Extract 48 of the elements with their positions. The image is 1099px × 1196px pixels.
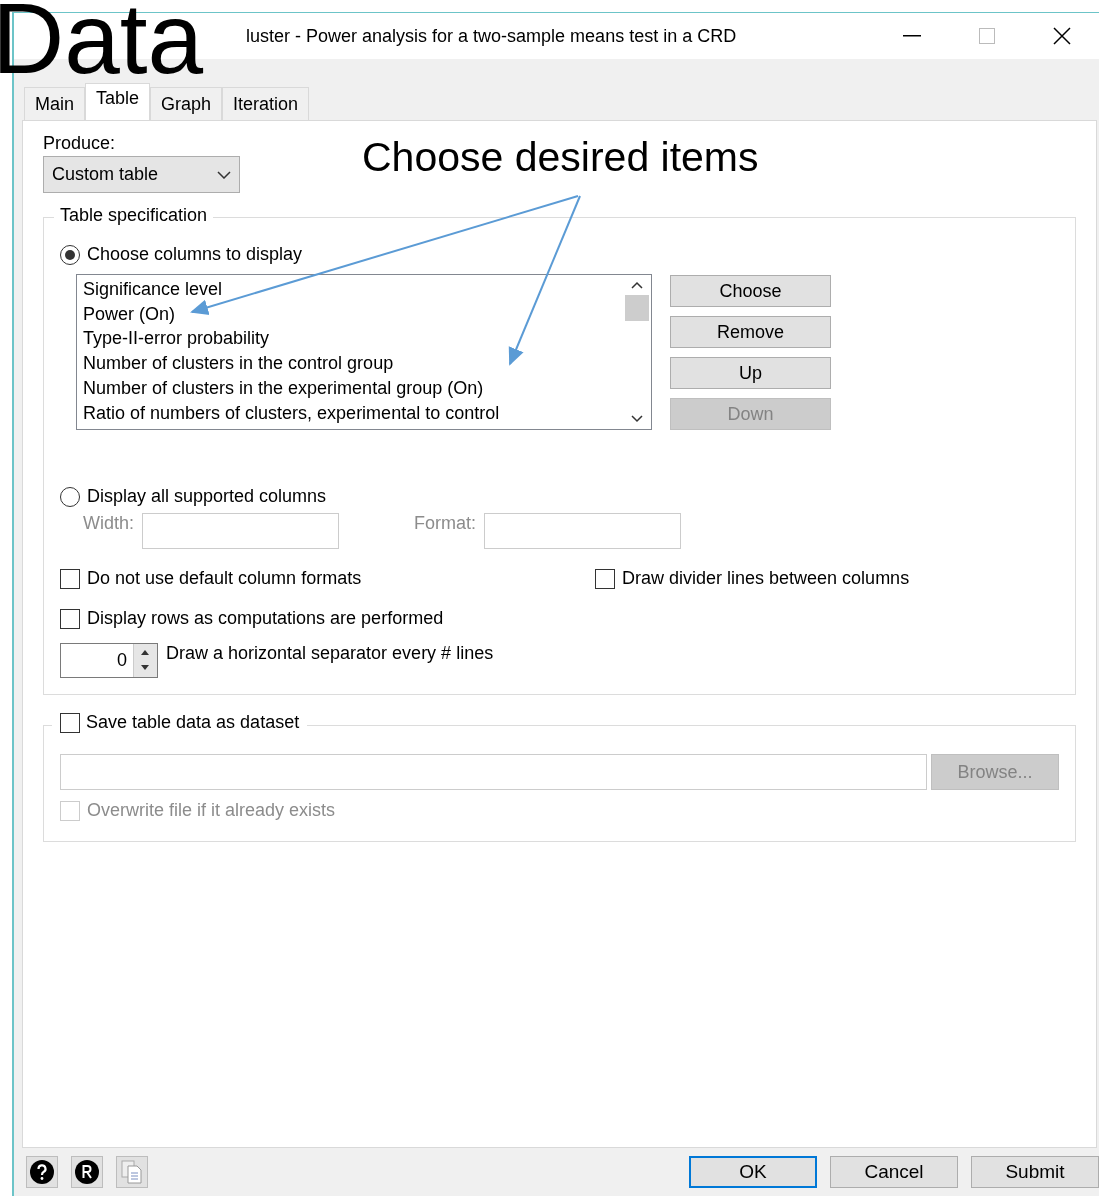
format-label: Format: <box>414 513 477 534</box>
list-item[interactable]: Number of clusters in the control group <box>83 351 617 376</box>
checkbox[interactable] <box>60 712 80 733</box>
format-field[interactable] <box>484 513 682 549</box>
checkbox-label: Display rows as computations are performed <box>87 608 444 629</box>
radio-button[interactable] <box>60 486 80 507</box>
width-label: Width: <box>83 513 134 534</box>
width-field[interactable] <box>142 513 339 549</box>
list-action-button[interactable]: Choose <box>670 275 831 307</box>
tab[interactable]: Main <box>24 87 85 120</box>
annotation-text: Choose desired items <box>362 134 759 181</box>
list-item[interactable]: Significance level <box>83 277 617 302</box>
radio-label: Display all supported columns <box>87 486 327 507</box>
list-action-button[interactable]: Up <box>670 357 831 389</box>
columns-list[interactable]: Significance level Power (On) Type-II-error probability Number of clusters in the control group Number of clusters in the experimental group (On) Ratio of numbers of clusters, experimental to control <box>76 274 652 430</box>
produce-label: Produce: <box>43 133 116 154</box>
path-field[interactable] <box>60 754 927 790</box>
separator-label: Draw a horizontal separator every # lines <box>166 643 494 664</box>
radio-label: Choose columns to display <box>87 244 303 265</box>
list-item[interactable]: Type-II-error probability <box>83 326 617 352</box>
scroll-thumb[interactable] <box>625 295 649 321</box>
dialog-button[interactable]: Cancel <box>830 1156 958 1188</box>
chevron-down-icon <box>217 170 231 179</box>
list-item[interactable]: Power (On) <box>83 301 617 327</box>
checkbox[interactable] <box>60 568 80 589</box>
list-item[interactable]: Ratio of numbers of clusters, experimental to control <box>83 400 617 426</box>
checkbox-label: Overwrite file if it already exists <box>87 800 336 821</box>
list-item[interactable]: Number of clusters in the experimental group (On) <box>83 375 617 401</box>
checkbox-label: Save table data as dataset <box>86 712 300 733</box>
checkbox-label: Do not use default column formats <box>87 568 362 589</box>
checkbox-label: Draw divider lines between columns <box>622 568 910 589</box>
checkbox[interactable] <box>595 568 615 589</box>
help-icon[interactable] <box>26 1156 58 1188</box>
separator-spinner[interactable]: 0 <box>60 643 158 678</box>
produce-dropdown[interactable]: Custom table <box>43 156 240 193</box>
window-title: luster - Power analysis for a two-sample means test in a CRD <box>246 25 738 47</box>
scroll-down-icon[interactable] <box>631 415 643 423</box>
checkbox[interactable] <box>60 608 80 629</box>
tab[interactable]: Graph <box>150 87 223 120</box>
reset-icon[interactable] <box>71 1156 103 1188</box>
list-action-button[interactable]: Remove <box>670 316 831 348</box>
group-legend: Table specification <box>54 205 214 226</box>
radio-button[interactable] <box>60 244 80 265</box>
tab[interactable]: Table <box>85 83 151 121</box>
dialog-button[interactable]: OK <box>689 1156 817 1188</box>
tab[interactable]: Iteration <box>222 87 310 120</box>
dialog-button[interactable]: Submit <box>971 1156 1099 1188</box>
scroll-up-icon[interactable] <box>631 281 643 289</box>
